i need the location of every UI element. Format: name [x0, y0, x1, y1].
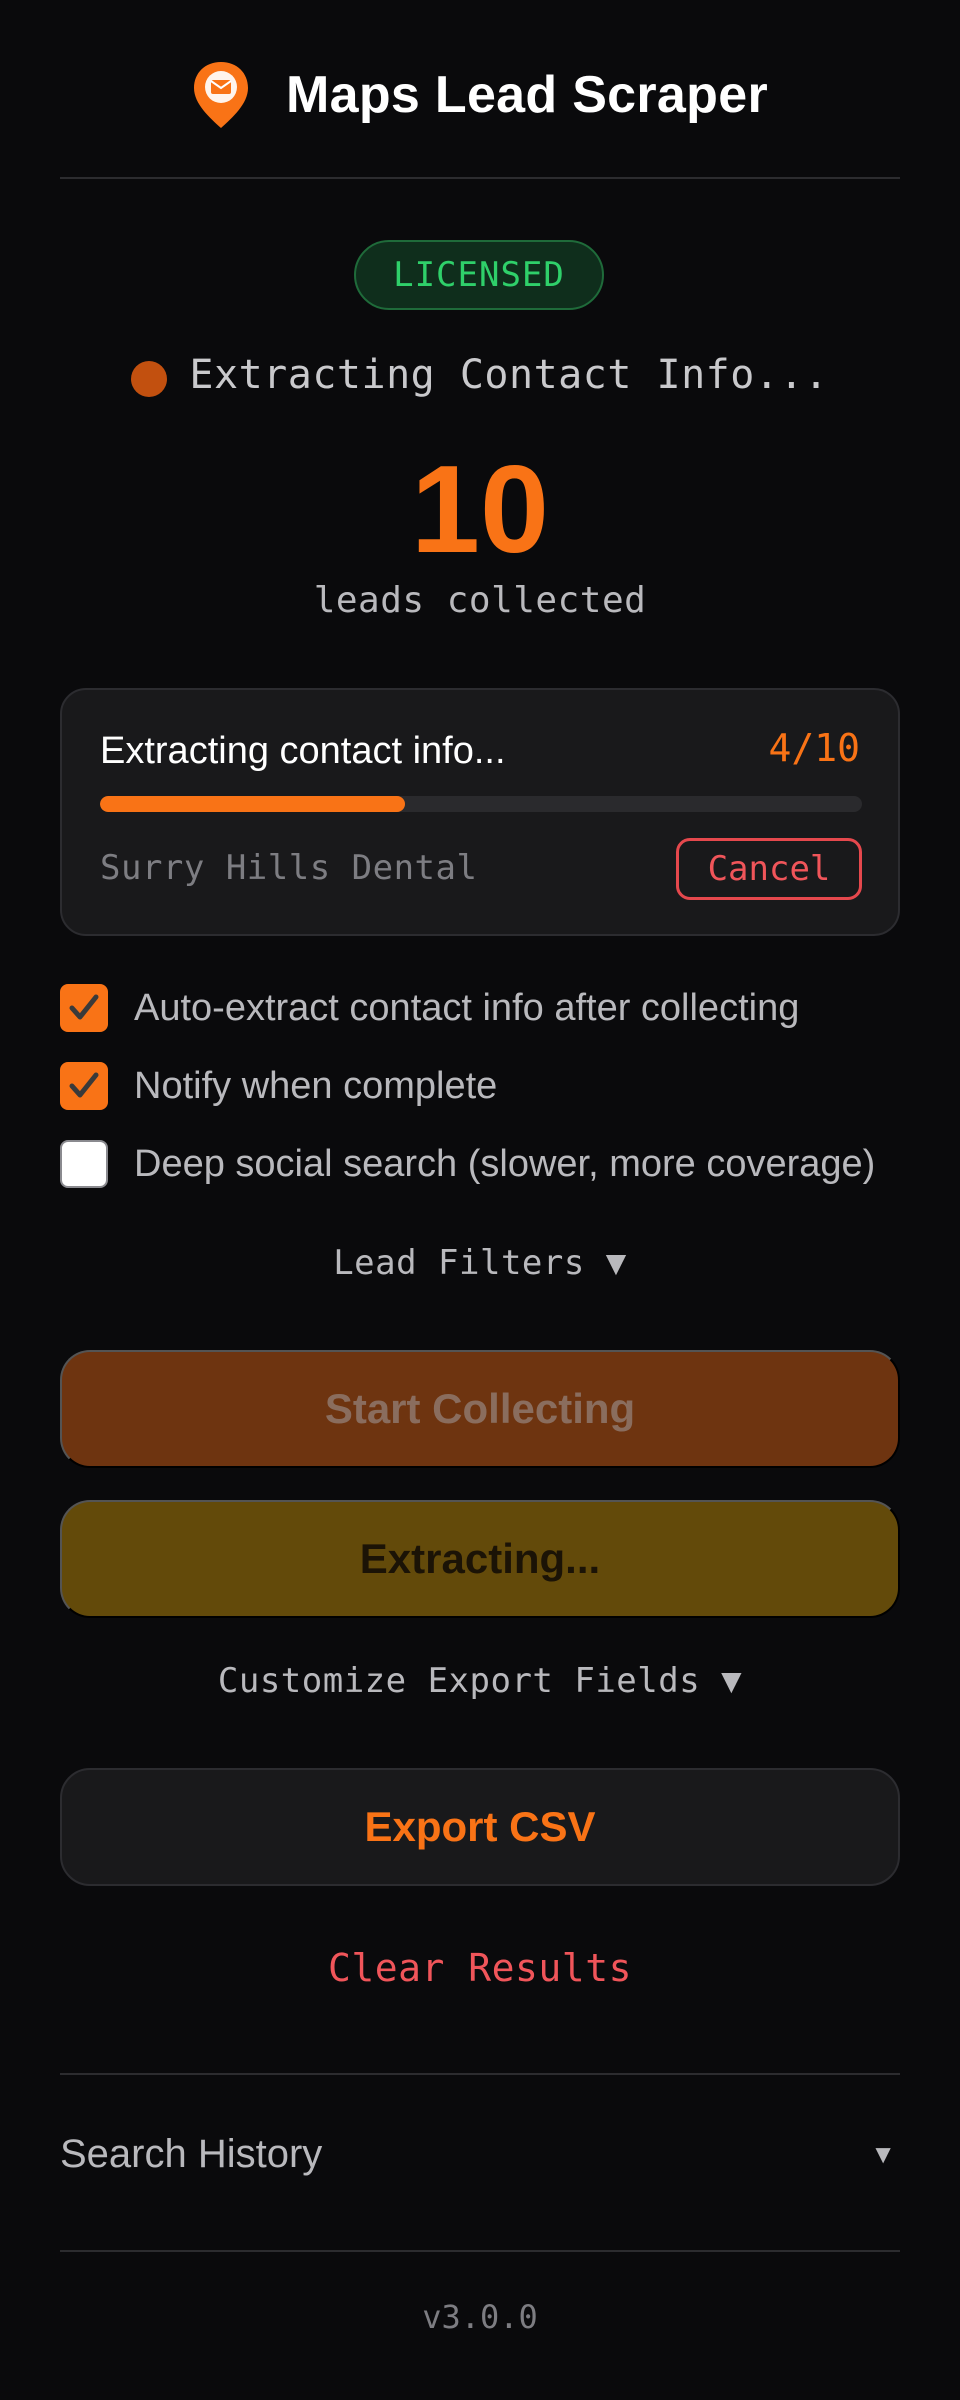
- lead-filters-toggle[interactable]: Lead Filters ▼: [0, 1243, 960, 1283]
- notify-label: Notify when complete: [134, 1064, 498, 1107]
- search-history-toggle[interactable]: Search History ▼: [60, 2118, 900, 2190]
- checkmark-icon: [69, 1072, 99, 1098]
- status-dot: [131, 361, 168, 397]
- notify-checkbox[interactable]: [60, 1062, 108, 1110]
- extracting-button[interactable]: Extracting...: [60, 1500, 900, 1618]
- chevron-down-icon: ▼: [870, 2138, 896, 2169]
- deep-social-label: Deep social search (slower, more coverag…: [134, 1142, 876, 1185]
- lead-count-label: leads collected: [313, 580, 647, 621]
- auto-extract-label: Auto-extract contact info after collecti…: [134, 986, 800, 1029]
- status-text: Extracting Contact Info...: [189, 352, 829, 398]
- progress-card: Extracting contact info... 4/10 Surry Hi…: [60, 688, 900, 936]
- export-fields-toggle[interactable]: Customize Export Fields ▼: [0, 1661, 960, 1701]
- search-history-label: Search History: [60, 2131, 323, 2176]
- export-csv-button[interactable]: Export CSV: [60, 1768, 900, 1886]
- status-line: Extracting Contact Info...: [0, 345, 960, 405]
- lead-count: 10: [411, 441, 549, 579]
- option-notify[interactable]: Notify when complete: [60, 1061, 497, 1111]
- auto-extract-checkbox[interactable]: [60, 984, 108, 1032]
- app-title: Maps Lead Scraper: [286, 66, 768, 124]
- version-label: v3.0.0: [422, 2298, 538, 2336]
- clear-results-link[interactable]: Clear Results: [0, 1946, 960, 1990]
- start-collecting-button[interactable]: Start Collecting: [60, 1350, 900, 1468]
- license-badge: LICENSED: [354, 240, 604, 310]
- header-divider: [60, 177, 900, 179]
- deep-social-checkbox[interactable]: [60, 1140, 108, 1188]
- option-auto-extract[interactable]: Auto-extract contact info after collecti…: [60, 983, 799, 1033]
- checkmark-icon: [69, 994, 99, 1020]
- progress-title: Extracting contact info...: [100, 730, 506, 772]
- cancel-button[interactable]: Cancel: [676, 838, 862, 900]
- progress-count: 4/10: [768, 726, 860, 770]
- progress-bar: [100, 796, 862, 812]
- app-header: Maps Lead Scraper: [0, 56, 960, 134]
- current-item: Surry Hills Dental: [100, 848, 478, 888]
- option-deep-social[interactable]: Deep social search (slower, more coverag…: [60, 1139, 875, 1189]
- history-divider-top: [60, 2073, 900, 2075]
- history-divider-bottom: [60, 2250, 900, 2252]
- progress-bar-fill: [100, 796, 405, 812]
- map-pin-mail-icon: [194, 62, 249, 128]
